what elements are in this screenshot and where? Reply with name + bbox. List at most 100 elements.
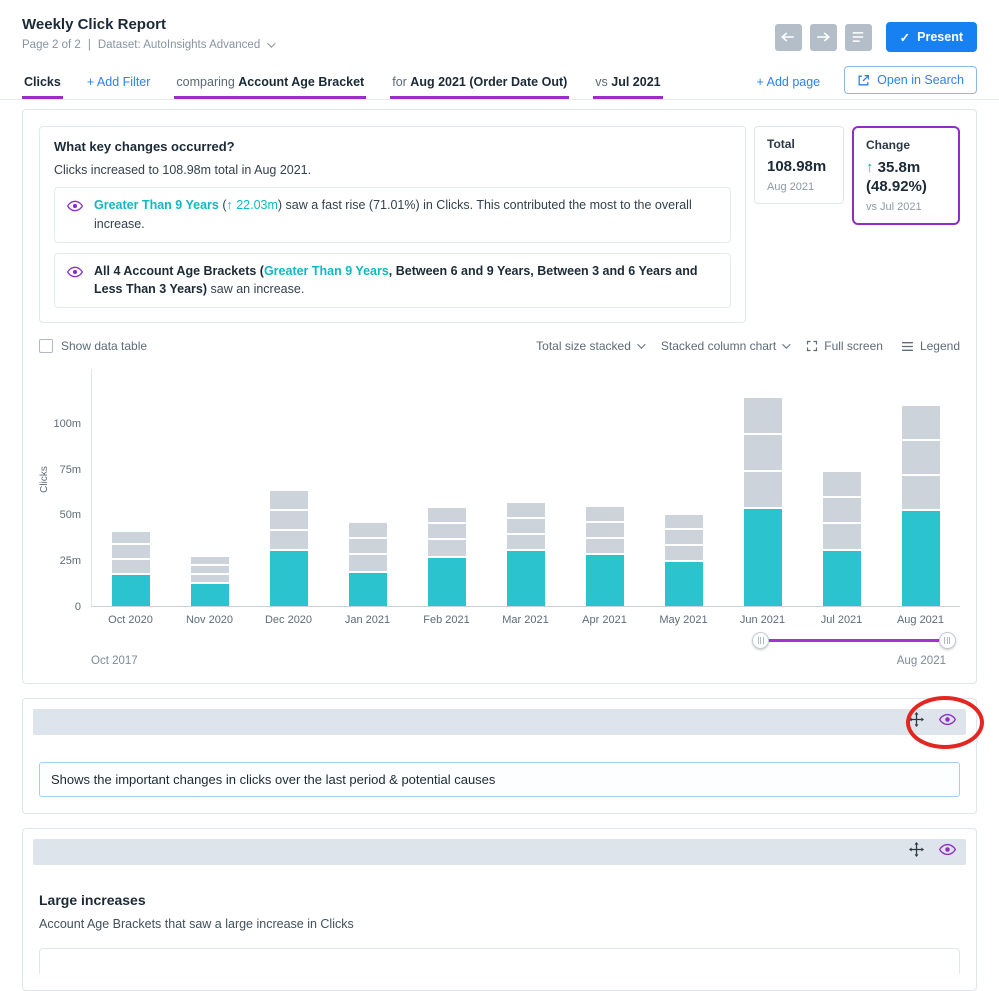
bar-segment [428, 540, 467, 558]
bar-segment [349, 573, 388, 606]
full-screen-button[interactable]: Full screen [806, 339, 883, 353]
y-axis-tick: 50m [59, 509, 81, 522]
text-fragment: saw an increase. [207, 282, 305, 297]
vs-prefix: vs [595, 75, 612, 89]
bar-segment [664, 515, 703, 530]
bar-segment [585, 507, 624, 523]
bar-segment [112, 575, 151, 606]
show-data-table-control[interactable]: Show data table [39, 339, 147, 353]
widget-toolbar [33, 709, 966, 735]
full-screen-label: Full screen [824, 339, 883, 353]
bar-segment [349, 555, 388, 573]
widget-visibility-toggle[interactable] [938, 843, 957, 861]
page-info: Page 2 of 2 [22, 39, 81, 51]
chart-bar[interactable] [349, 523, 388, 606]
x-axis-labels: Oct 2020 Nov 2020 Dec 2020 Jan 2021 Feb 2021… [91, 614, 960, 626]
chart-type-dropdown[interactable]: Stacked column chart [661, 339, 791, 353]
chart-bar[interactable] [191, 557, 230, 606]
widget-visibility-toggle[interactable] [938, 713, 957, 731]
range-start-label: Oct 2017 [91, 655, 138, 667]
bar-segment [743, 472, 782, 509]
insight-item: All 4 Account Age Brackets (Greater Than… [54, 252, 731, 308]
report-header: Weekly Click Report Page 2 of 2 | Datase… [0, 0, 999, 58]
chart-options: Total size stacked Stacked column chart … [536, 339, 960, 353]
add-filter-button[interactable]: + Add Filter [87, 71, 151, 99]
chart-bar[interactable] [112, 532, 151, 606]
bar-segment [743, 509, 782, 606]
chevron-down-icon [637, 340, 646, 349]
eye-icon [938, 843, 957, 856]
bar-segment [585, 555, 624, 606]
up-arrow-icon: ↑ [866, 159, 874, 176]
show-data-table-checkbox[interactable] [39, 339, 53, 353]
chart-bar[interactable] [664, 515, 703, 606]
eye-icon[interactable] [66, 199, 84, 218]
chart-bar[interactable] [901, 406, 940, 606]
chart-bar[interactable] [585, 507, 624, 606]
metric-tab-clicks[interactable]: Clicks [22, 71, 63, 99]
change-percent: (48.92%) [866, 178, 927, 195]
prev-page-button[interactable] [774, 23, 802, 51]
vs-period-filter[interactable]: vs Jul 2021 [593, 71, 663, 99]
summary-note-input[interactable]: Shows the important changes in clicks ov… [39, 762, 960, 797]
chart-bar[interactable] [270, 491, 309, 606]
bar-segment [112, 545, 151, 560]
bar-segment [506, 519, 545, 535]
legend-button[interactable]: Legend [901, 339, 960, 353]
chart-bar[interactable] [428, 508, 467, 606]
size-mode-dropdown[interactable]: Total size stacked [536, 339, 646, 353]
bar-segment [349, 523, 388, 539]
slider-selection[interactable] [760, 639, 947, 642]
move-widget-handle[interactable] [909, 842, 924, 862]
filter-bar: Clicks + Add Filter comparing Account Ag… [0, 58, 999, 100]
x-axis-label: Aug 2021 [896, 614, 945, 626]
chart-bar[interactable] [743, 398, 782, 606]
change-card[interactable]: Change ↑ 35.8m (48.92%) vs Jul 2021 [852, 126, 960, 225]
insight-item: Greater Than 9 Years (↑ 22.03m) saw a fa… [54, 187, 731, 243]
present-button[interactable]: ✓ Present [885, 22, 977, 52]
total-label: Total [767, 137, 795, 151]
bar-segment [901, 441, 940, 476]
for-period-filter[interactable]: for Aug 2021 (Order Date Out) [390, 71, 570, 99]
bar-segment [585, 523, 624, 539]
arrow-left-icon [781, 32, 794, 42]
chart-bar[interactable] [822, 472, 861, 606]
bar-segment [112, 532, 151, 545]
slider-handle-right[interactable] [938, 632, 956, 649]
bar-segment [428, 558, 467, 606]
comparing-filter[interactable]: comparing Account Age Bracket [174, 71, 367, 99]
slider-handle-left[interactable] [752, 632, 770, 649]
key-changes-box: What key changes occurred? Clicks increa… [39, 126, 746, 323]
x-axis-label: Nov 2020 [185, 614, 234, 626]
bar-segment [506, 535, 545, 551]
y-axis-tick: 0 [74, 601, 81, 613]
x-axis-label: Jul 2021 [820, 614, 863, 626]
move-widget-handle[interactable] [909, 712, 924, 732]
time-range-slider[interactable] [91, 631, 960, 650]
bar-segment [191, 557, 230, 566]
insight-summary: Clicks increased to 108.98m total in Aug… [54, 163, 312, 177]
x-axis-label: Jun 2021 [739, 614, 786, 626]
comparing-prefix: comparing [176, 75, 239, 89]
bar-segment [664, 530, 703, 546]
next-page-button[interactable] [809, 23, 837, 51]
bar-segment [901, 511, 940, 606]
open-in-search-button[interactable]: Open in Search [844, 66, 977, 94]
bar-segment [664, 546, 703, 562]
bar-segment [743, 435, 782, 472]
bar-segment [270, 551, 309, 606]
dataset-dropdown[interactable]: Dataset: AutoInsights Advanced [98, 39, 260, 51]
x-axis-label: Feb 2021 [423, 614, 470, 626]
chart-bar[interactable] [506, 503, 545, 606]
legend-icon [902, 341, 913, 351]
bar-segment [822, 472, 861, 498]
add-page-button[interactable]: + Add page [757, 71, 821, 99]
bar-segment [822, 498, 861, 524]
list-icon [852, 32, 864, 42]
bar-segment [428, 524, 467, 540]
eye-icon[interactable] [66, 265, 84, 284]
check-icon: ✓ [899, 30, 911, 45]
page-list-button[interactable] [844, 23, 872, 51]
bar-segment [270, 491, 309, 511]
change-value: ↑ 35.8m [866, 159, 946, 176]
